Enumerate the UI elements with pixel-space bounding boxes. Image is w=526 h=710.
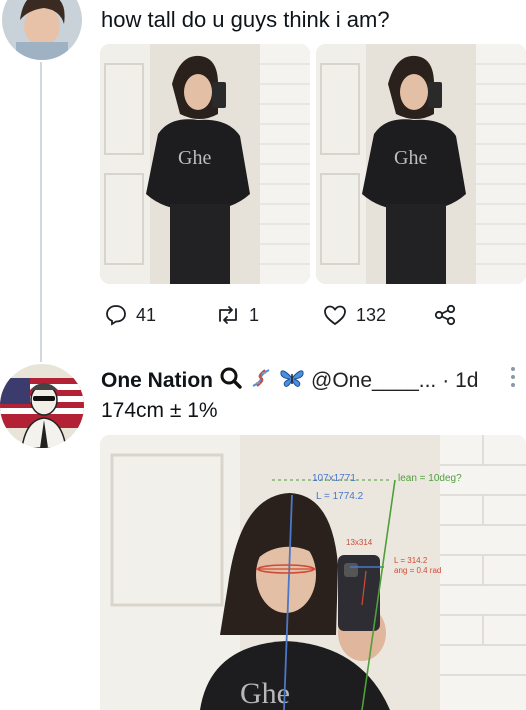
retweet-count: 1: [249, 304, 260, 325]
lean-label: lean = 10deg?: [398, 473, 462, 484]
user-handle[interactable]: @One____...: [311, 369, 436, 393]
angle-label-1: L = 314.2: [394, 556, 428, 565]
butterfly-icon: [279, 366, 305, 395]
reply-tweet-text: 174cm ± 1%: [101, 399, 218, 422]
like-button[interactable]: 132: [322, 303, 386, 327]
retweet-button[interactable]: 1: [215, 303, 259, 327]
tweet-photo-2[interactable]: Ghe: [316, 44, 526, 284]
heart-icon: [322, 303, 348, 327]
tweet-header: One Nation @One____... · 1d: [101, 366, 478, 395]
thread-connector-line: [40, 62, 42, 362]
avatar-one-nation[interactable]: [0, 364, 84, 448]
retweet-icon: [215, 303, 241, 327]
tweet-photo-1[interactable]: Ghe: [100, 44, 310, 284]
share-button[interactable]: [432, 303, 458, 327]
svg-text:Ghe: Ghe: [394, 147, 427, 169]
dna-icon: [249, 366, 273, 395]
reply-icon: [104, 303, 128, 327]
angle-label-2: ang = 0.4 rad: [394, 566, 441, 575]
svg-text:Ghe: Ghe: [178, 147, 211, 169]
annotated-height-photo[interactable]: Ghe 107x1771 L = 1774.2 lean = 10deg? 13…: [100, 435, 526, 710]
tweet-time[interactable]: · 1d: [442, 369, 478, 393]
svg-text:Ghe: Ghe: [240, 677, 290, 710]
search-icon: [219, 366, 243, 395]
display-name[interactable]: One Nation: [101, 369, 213, 393]
measure-label-1: 107x1771: [312, 473, 356, 484]
avatar-user1[interactable]: [2, 0, 82, 60]
like-count: 132: [356, 304, 387, 325]
measure-label-2: L = 1774.2: [316, 491, 364, 502]
reply-button[interactable]: 41: [104, 303, 156, 327]
share-icon: [432, 303, 458, 327]
tweet-text: how tall do u guys think i am?: [101, 7, 390, 32]
box-label: 13x314: [346, 538, 373, 547]
more-options-icon[interactable]: [510, 366, 516, 393]
reply-count: 41: [136, 304, 157, 325]
